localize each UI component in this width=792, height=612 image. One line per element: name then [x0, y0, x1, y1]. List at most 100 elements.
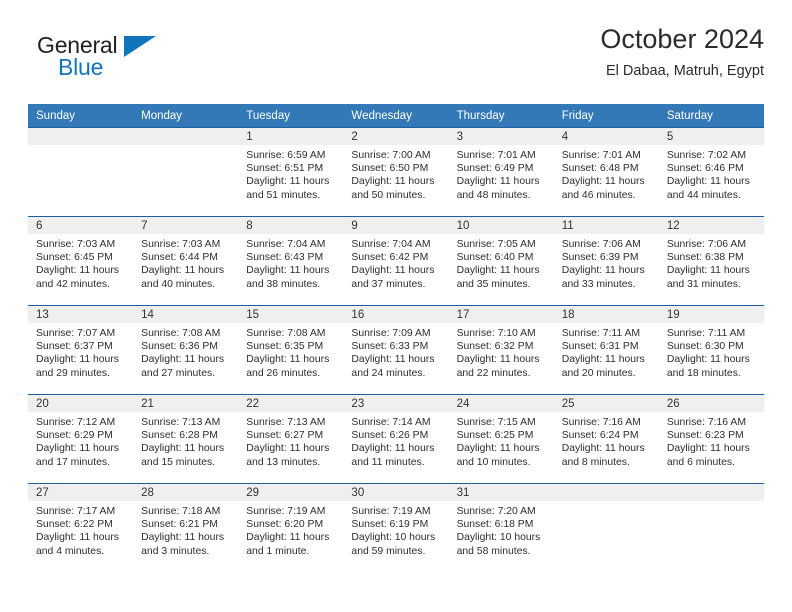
- day-number: 5: [658, 128, 764, 145]
- calendar-day-cell[interactable]: 3 Sunrise: 7:01 AM Sunset: 6:49 PM Daylight…: [448, 127, 554, 217]
- day-number: 2: [343, 128, 449, 145]
- day-number: 24: [448, 395, 554, 412]
- general-blue-logo[interactable]: General Blue: [28, 32, 228, 88]
- daylight-duration-line1: Daylight: 11 hours: [141, 265, 225, 277]
- sunrise-time: Sunrise: 7:18 AM: [141, 506, 221, 517]
- calendar-body: 1 Sunrise: 6:59 AM Sunset: 6:51 PM Daylight…: [28, 127, 764, 576]
- sunrise-time: Sunrise: 7:01 AM: [561, 150, 641, 161]
- weekday-header-friday: Friday: [553, 104, 659, 128]
- calendar-day-cell[interactable]: 21 Sunrise: 7:13 AM Sunset: 6:28 PM Dayligh…: [133, 394, 239, 484]
- calendar-day-cell[interactable]: 11 Sunrise: 7:06 AM Sunset: 6:39 PM Dayligh…: [553, 216, 659, 306]
- calendar-day-cell[interactable]: 25 Sunrise: 7:16 AM Sunset: 6:24 PM Dayligh…: [553, 394, 659, 484]
- day-number: 26: [658, 395, 764, 412]
- calendar-day-cell[interactable]: 14 Sunrise: 7:08 AM Sunset: 6:36 PM Dayligh…: [133, 305, 239, 395]
- calendar-day-cell[interactable]: 27 Sunrise: 7:17 AM Sunset: 6:22 PM Dayligh…: [28, 483, 134, 576]
- sunrise-time: Sunrise: 7:20 AM: [456, 506, 536, 517]
- calendar-day-cell[interactable]: 6 Sunrise: 7:03 AM Sunset: 6:45 PM Daylight…: [28, 216, 134, 306]
- day-number: 1: [238, 128, 344, 145]
- calendar-day-cell[interactable]: 30 Sunrise: 7:19 AM Sunset: 6:19 PM Dayligh…: [343, 483, 449, 576]
- calendar-day-cell[interactable]: 26 Sunrise: 7:16 AM Sunset: 6:23 PM Dayligh…: [658, 394, 764, 484]
- sunrise-time: Sunrise: 7:11 AM: [666, 328, 746, 339]
- calendar-day-cell[interactable]: 23 Sunrise: 7:14 AM Sunset: 6:26 PM Dayligh…: [343, 394, 449, 484]
- calendar-day-cell[interactable]: 16 Sunrise: 7:09 AM Sunset: 6:33 PM Dayligh…: [343, 305, 449, 395]
- daylight-duration-line2: and 10 minutes.: [456, 456, 531, 468]
- sunrise-time: Sunrise: 7:08 AM: [141, 328, 221, 339]
- calendar-day-cell[interactable]: 5 Sunrise: 7:02 AM Sunset: 6:46 PM Daylight…: [658, 127, 764, 217]
- daylight-duration-line2: and 31 minutes.: [666, 278, 741, 290]
- calendar-day-cell[interactable]: 29 Sunrise: 7:19 AM Sunset: 6:20 PM Dayligh…: [238, 483, 344, 576]
- calendar-day-cell[interactable]: 8 Sunrise: 7:04 AM Sunset: 6:43 PM Daylight…: [238, 216, 344, 306]
- calendar-week-row: 20 Sunrise: 7:12 AM Sunset: 6:29 PM Dayligh…: [28, 394, 764, 484]
- day-details: Sunrise: 7:10 AM Sunset: 6:32 PM Daylight:…: [449, 323, 554, 380]
- sunrise-time: Sunrise: 7:01 AM: [456, 150, 536, 161]
- sunrise-time: Sunrise: 7:13 AM: [246, 417, 326, 428]
- calendar-day-cell[interactable]: 17 Sunrise: 7:10 AM Sunset: 6:32 PM Dayligh…: [448, 305, 554, 395]
- daylight-duration-line2: and 24 minutes.: [351, 367, 426, 379]
- sunrise-time: Sunrise: 7:04 AM: [351, 239, 431, 250]
- day-number: 20: [28, 395, 134, 412]
- calendar-day-cell[interactable]: 28 Sunrise: 7:18 AM Sunset: 6:21 PM Dayligh…: [133, 483, 239, 576]
- daylight-duration-line1: Daylight: 11 hours: [561, 176, 645, 188]
- calendar-day-cell[interactable]: 19 Sunrise: 7:11 AM Sunset: 6:30 PM Dayligh…: [658, 305, 764, 395]
- sunset-time: Sunset: 6:40 PM: [456, 252, 534, 264]
- daylight-duration-line1: Daylight: 11 hours: [666, 265, 750, 277]
- sunset-time: Sunset: 6:45 PM: [36, 252, 113, 264]
- sunset-time: Sunset: 6:43 PM: [246, 252, 324, 264]
- calendar-day-cell[interactable]: 22 Sunrise: 7:13 AM Sunset: 6:27 PM Dayligh…: [238, 394, 344, 484]
- calendar-day-cell[interactable]: 2 Sunrise: 7:00 AM Sunset: 6:50 PM Daylight…: [343, 127, 449, 217]
- calendar-day-cell[interactable]: 15 Sunrise: 7:08 AM Sunset: 6:35 PM Dayligh…: [238, 305, 344, 395]
- daylight-duration-line1: Daylight: 11 hours: [246, 443, 330, 455]
- calendar-table: Sunday Monday Tuesday Wednesday Thursday…: [28, 104, 764, 576]
- sunset-time: Sunset: 6:30 PM: [666, 341, 744, 353]
- calendar-day-cell[interactable]: 31 Sunrise: 7:20 AM Sunset: 6:18 PM Dayligh…: [448, 483, 554, 576]
- daylight-duration-line2: and 17 minutes.: [36, 456, 110, 468]
- sunset-time: Sunset: 6:21 PM: [141, 519, 218, 531]
- calendar-day-cell[interactable]: 24 Sunrise: 7:15 AM Sunset: 6:25 PM Dayligh…: [448, 394, 554, 484]
- calendar-empty-cell: [553, 483, 659, 576]
- daylight-duration-line1: Daylight: 11 hours: [561, 265, 645, 277]
- calendar-day-cell[interactable]: 20 Sunrise: 7:12 AM Sunset: 6:29 PM Dayligh…: [28, 394, 134, 484]
- page-header: General Blue October 2024 El Dabaa, Matr…: [28, 22, 764, 98]
- sunrise-time: Sunrise: 7:15 AM: [456, 417, 536, 428]
- day-number: 12: [658, 217, 764, 234]
- calendar-day-cell[interactable]: 10 Sunrise: 7:05 AM Sunset: 6:40 PM Dayligh…: [448, 216, 554, 306]
- daylight-duration-line1: Daylight: 11 hours: [141, 354, 225, 366]
- sunset-time: Sunset: 6:51 PM: [246, 163, 324, 175]
- daylight-duration-line2: and 15 minutes.: [141, 456, 216, 468]
- daylight-duration-line2: and 40 minutes.: [141, 278, 216, 290]
- day-details: Sunrise: 7:13 AM Sunset: 6:27 PM Daylight:…: [238, 412, 343, 469]
- sunset-time: Sunset: 6:28 PM: [141, 430, 218, 442]
- daylight-duration-line1: Daylight: 11 hours: [456, 176, 540, 188]
- sunset-time: Sunset: 6:31 PM: [561, 341, 639, 353]
- daylight-duration-line1: Daylight: 11 hours: [666, 176, 750, 188]
- daylight-duration-line2: and 44 minutes.: [666, 189, 741, 201]
- sunrise-time: Sunrise: 7:19 AM: [246, 506, 326, 517]
- calendar-day-cell[interactable]: 9 Sunrise: 7:04 AM Sunset: 6:42 PM Daylight…: [343, 216, 449, 306]
- sunrise-time: Sunrise: 7:19 AM: [351, 506, 431, 517]
- sunrise-time: Sunrise: 7:04 AM: [246, 239, 326, 250]
- calendar-day-cell[interactable]: 12 Sunrise: 7:06 AM Sunset: 6:38 PM Dayligh…: [658, 216, 764, 306]
- daylight-duration-line2: and 3 minutes.: [141, 545, 210, 557]
- day-number: 31: [448, 484, 554, 501]
- day-details: Sunrise: 6:59 AM Sunset: 6:51 PM Daylight:…: [238, 145, 343, 202]
- daylight-duration-line1: Daylight: 11 hours: [351, 354, 435, 366]
- sunrise-time: Sunrise: 7:06 AM: [561, 239, 641, 250]
- day-number: 10: [448, 217, 554, 234]
- calendar-day-cell[interactable]: 13 Sunrise: 7:07 AM Sunset: 6:37 PM Dayligh…: [28, 305, 134, 395]
- calendar-day-cell[interactable]: 1 Sunrise: 6:59 AM Sunset: 6:51 PM Daylight…: [238, 127, 344, 217]
- daylight-duration-line1: Daylight: 11 hours: [246, 265, 330, 277]
- day-number: [553, 484, 659, 501]
- daylight-duration-line2: and 4 minutes.: [36, 545, 105, 557]
- daylight-duration-line1: Daylight: 11 hours: [456, 354, 540, 366]
- daylight-duration-line1: Daylight: 11 hours: [246, 354, 330, 366]
- calendar-day-cell[interactable]: 7 Sunrise: 7:03 AM Sunset: 6:44 PM Daylight…: [133, 216, 239, 306]
- daylight-duration-line1: Daylight: 10 hours: [351, 532, 436, 544]
- calendar-day-cell[interactable]: 18 Sunrise: 7:11 AM Sunset: 6:31 PM Dayligh…: [553, 305, 659, 395]
- daylight-duration-line1: Daylight: 11 hours: [36, 265, 119, 277]
- weekday-header-tuesday: Tuesday: [238, 104, 344, 128]
- calendar-day-cell[interactable]: 4 Sunrise: 7:01 AM Sunset: 6:48 PM Daylight…: [553, 127, 659, 217]
- daylight-duration-line2: and 35 minutes.: [456, 278, 531, 290]
- daylight-duration-line2: and 27 minutes.: [141, 367, 216, 379]
- daylight-duration-line2: and 48 minutes.: [456, 189, 531, 201]
- daylight-duration-line2: and 1 minute.: [246, 545, 310, 557]
